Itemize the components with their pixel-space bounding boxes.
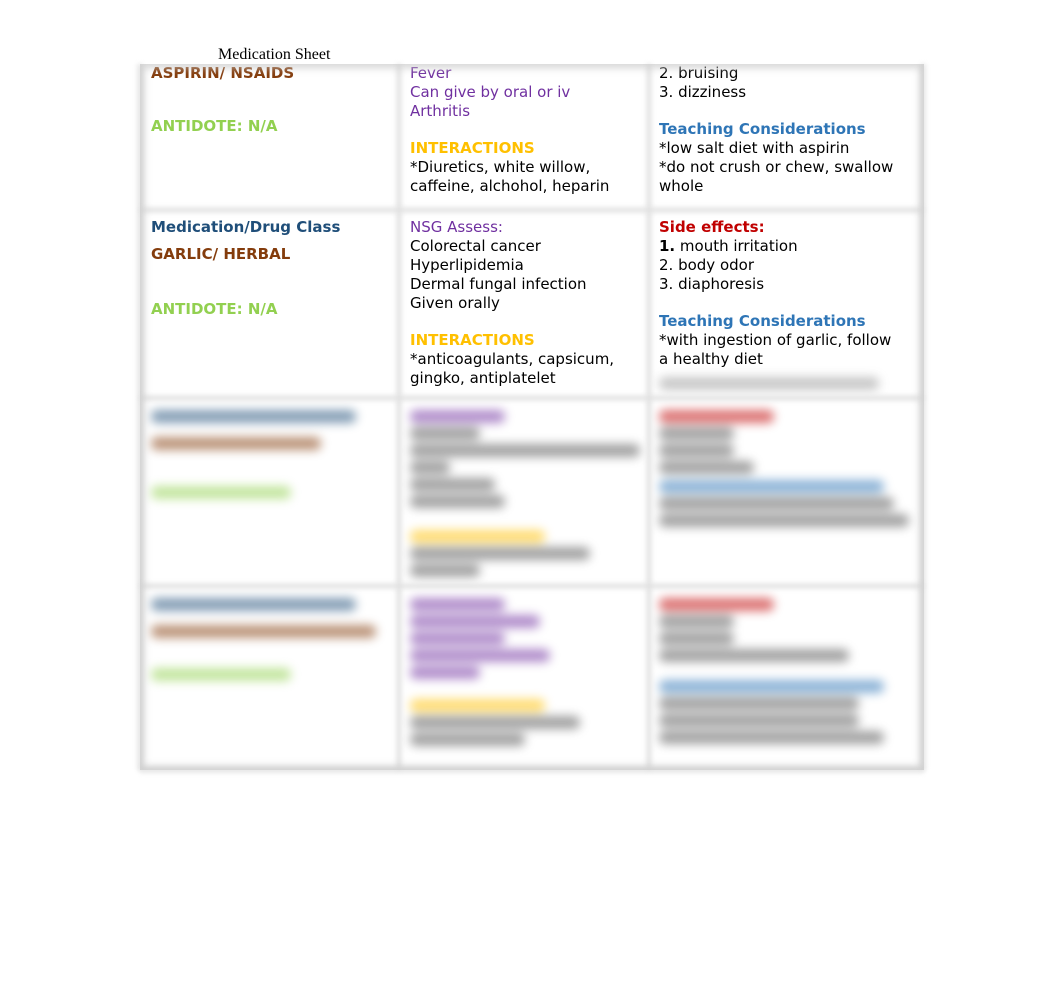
column-divider: [646, 64, 652, 770]
table-border-right: [920, 64, 926, 770]
row-divider: [140, 583, 924, 589]
drug-name: ASPIRIN/ NSAIDS: [151, 64, 295, 82]
blurred-class-heading: [151, 410, 356, 423]
side-effect-number: 1.: [659, 237, 676, 255]
blurred-side-effects-heading: [659, 410, 774, 423]
blurred-drug-name: [151, 625, 376, 638]
blurred-drug-name: [151, 437, 321, 450]
assess-cell: [399, 398, 649, 586]
assess-cell: Fever Can give by oral or iv Arthritis I…: [399, 64, 649, 210]
side-effect-item: 3. dizziness: [659, 83, 747, 101]
table-border-left: [137, 64, 143, 770]
assess-line: Given orally: [410, 294, 500, 312]
table-row-blurred: [140, 398, 924, 586]
assess-line: Can give by oral or iv: [410, 83, 571, 101]
blurred-antidote: [151, 668, 291, 681]
interactions-line: caffeine, alchohol, heparin: [410, 177, 610, 195]
side-effects-cell: Side effects: 1. mouth irritation 2. bod…: [648, 210, 924, 398]
document-title: Medication Sheet: [218, 46, 331, 63]
medication-table: ASPIRIN/ NSAIDS ANTIDOTE: N/A Fever Can …: [137, 64, 926, 773]
teaching-line: *with ingestion of garlic, follow: [659, 331, 892, 349]
side-effect-text: mouth irritation: [675, 237, 798, 255]
antidote: ANTIDOTE: N/A: [151, 117, 278, 135]
interactions-line: *Diuretics, white willow,: [410, 158, 591, 176]
interactions-line: gingko, antiplatelet: [410, 369, 556, 387]
side-effect-item: 1. mouth irritation: [659, 237, 918, 256]
assess-line: Hyperlipidemia: [410, 256, 524, 274]
side-effects-cell: [648, 586, 924, 770]
column-divider: [396, 64, 402, 770]
side-effect-item: 2. bruising: [659, 64, 739, 82]
side-effects-heading: Side effects:: [659, 218, 765, 236]
blurred-teaching-heading: [659, 480, 884, 493]
assess-line: Colorectal cancer: [410, 237, 541, 255]
teaching-line: *low salt diet with aspirin: [659, 139, 850, 157]
side-effects-cell: [648, 398, 924, 586]
teaching-heading: Teaching Considerations: [659, 120, 866, 138]
assess-cell: [399, 586, 649, 770]
teaching-line: a healthy diet: [659, 350, 763, 368]
assess-line: Arthritis: [410, 102, 471, 120]
blurred-interactions-heading: [410, 530, 545, 543]
side-effect-item: 2. body odor: [659, 256, 754, 274]
drug-cell: [140, 398, 402, 586]
table-row-aspirin: ASPIRIN/ NSAIDS ANTIDOTE: N/A Fever Can …: [140, 64, 924, 210]
teaching-line: *do not crush or chew, swallow: [659, 158, 894, 176]
assess-cell: NSG Assess: Colorectal cancer Hyperlipid…: [399, 210, 649, 398]
interactions-line: *anticoagulants, capsicum,: [410, 350, 615, 368]
blurred-class-heading: [151, 598, 356, 611]
table-border-bottom: [140, 767, 924, 773]
side-effects-cell: 2. bruising 3. dizziness Teaching Consid…: [648, 64, 924, 210]
interactions-heading: INTERACTIONS: [410, 139, 535, 157]
row-divider: [140, 207, 924, 213]
blurred-side-effects-heading: [659, 598, 774, 611]
teaching-heading: Teaching Considerations: [659, 312, 866, 330]
table-row-blurred: [140, 586, 924, 770]
teaching-line: whole: [659, 177, 704, 195]
class-heading: Medication/Drug Class: [151, 218, 341, 236]
assess-line: Dermal fungal infection: [410, 275, 587, 293]
drug-name: GARLIC/ HERBAL: [151, 245, 291, 263]
blurred-interactions-heading: [410, 699, 545, 712]
antidote: ANTIDOTE: N/A: [151, 300, 278, 318]
drug-cell: Medication/Drug Class GARLIC/ HERBAL ANT…: [140, 210, 402, 398]
assess-heading: NSG Assess:: [410, 218, 503, 236]
blurred-teaching-heading: [659, 680, 884, 693]
blurred-antidote: [151, 486, 291, 499]
assess-line: Fever: [410, 64, 452, 82]
table-row-garlic: Medication/Drug Class GARLIC/ HERBAL ANT…: [140, 210, 924, 398]
blurred-assess-heading: [410, 410, 505, 423]
side-effect-item: 3. diaphoresis: [659, 275, 765, 293]
drug-cell: [140, 586, 402, 770]
blurred-preview-text: [659, 377, 918, 390]
drug-cell: ASPIRIN/ NSAIDS ANTIDOTE: N/A: [140, 64, 402, 210]
row-divider: [140, 395, 924, 401]
interactions-heading: INTERACTIONS: [410, 331, 535, 349]
